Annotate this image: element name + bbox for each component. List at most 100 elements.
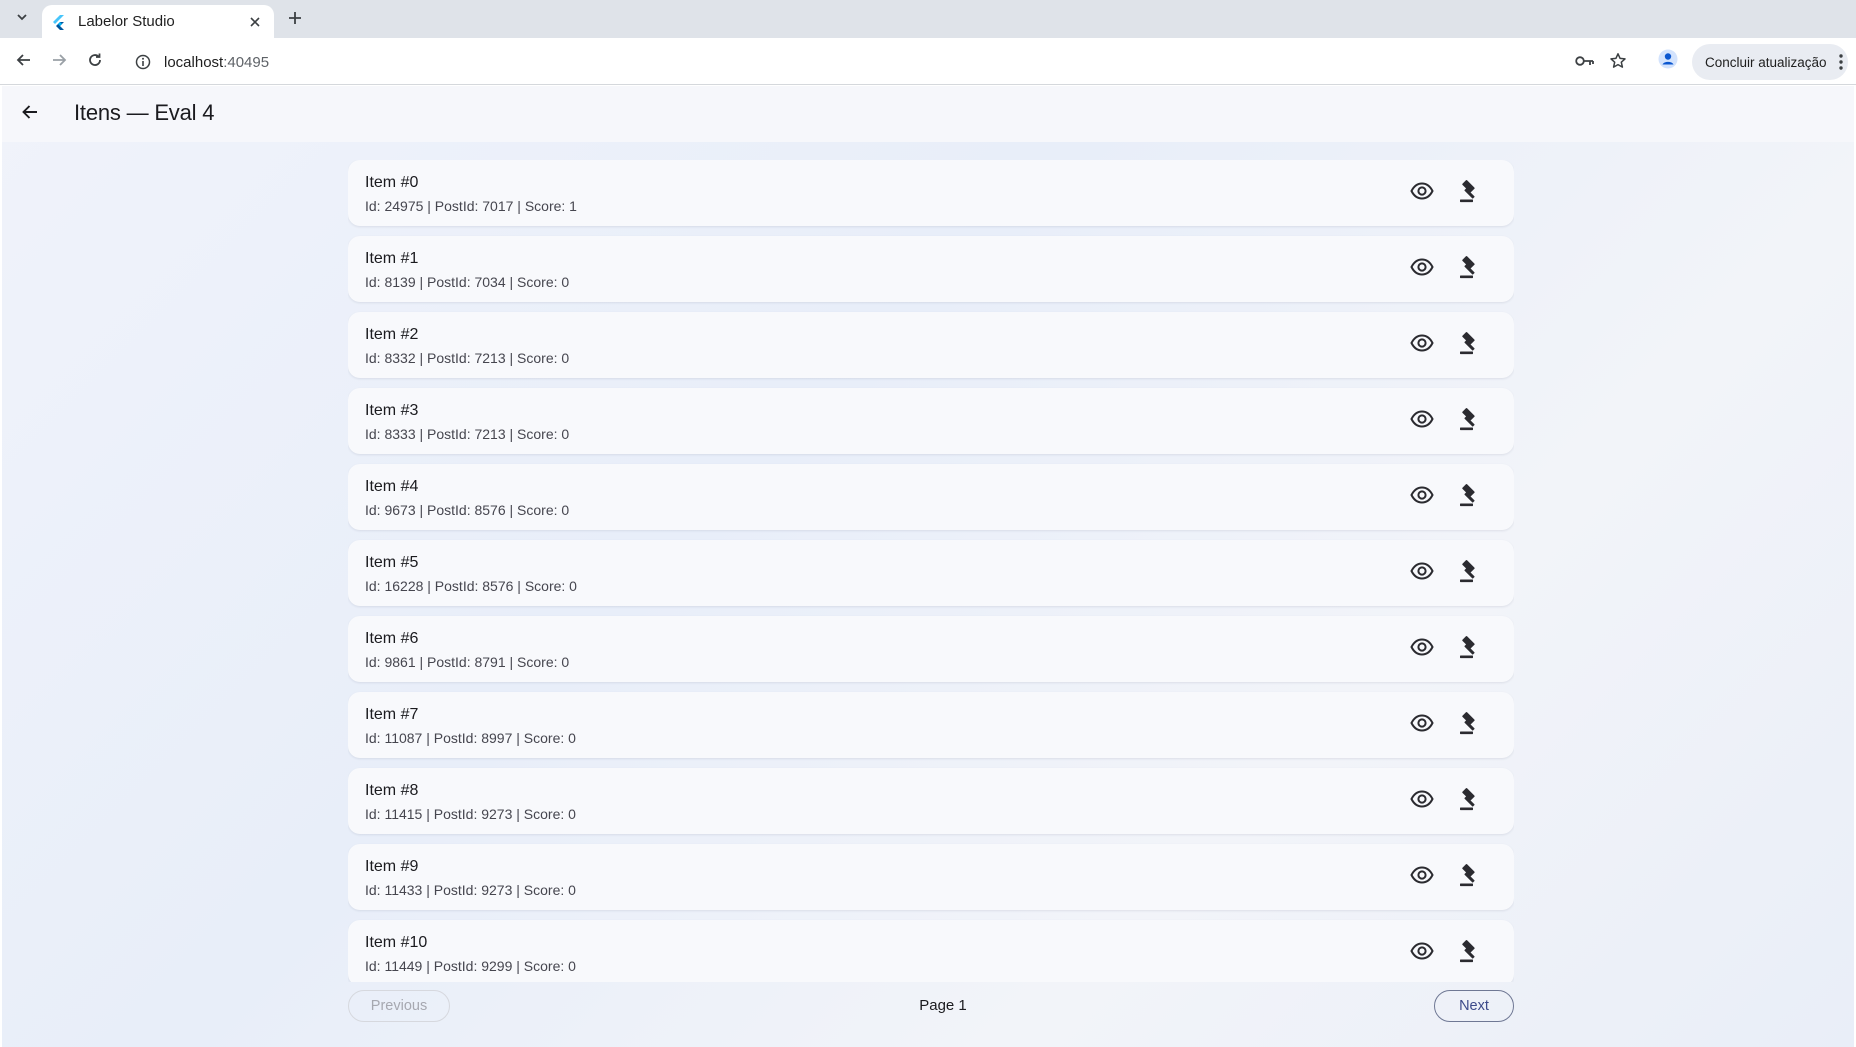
flutter-logo-icon <box>52 14 68 30</box>
item-title: Item #3 <box>365 402 419 419</box>
judge-item-button[interactable] <box>1454 633 1486 665</box>
chevron-down-icon <box>15 10 29 29</box>
list-item[interactable]: Item #1 Id: 8139 | PostId: 7034 | Score: … <box>348 236 1514 302</box>
item-details: Id: 9861 | PostId: 8791 | Score: 0 <box>365 654 570 670</box>
key-icon[interactable] <box>1573 49 1597 73</box>
plus-icon <box>288 11 302 30</box>
gavel-icon <box>1458 331 1482 360</box>
list-item[interactable]: Item #10 Id: 11449 | PostId: 9299 | Score… <box>348 920 1514 982</box>
item-title: Item #4 <box>365 478 419 495</box>
list-item[interactable]: Item #0 Id: 24975 | PostId: 7017 | Score:… <box>348 160 1514 226</box>
list-item[interactable]: Item #9 Id: 11433 | PostId: 9273 | Score:… <box>348 844 1514 910</box>
view-item-button[interactable] <box>1406 329 1438 361</box>
eye-icon <box>1410 561 1434 585</box>
judge-item-button[interactable] <box>1454 177 1486 209</box>
list-item[interactable]: Item #5 Id: 16228 | PostId: 8576 | Score:… <box>348 540 1514 606</box>
judge-item-button[interactable] <box>1454 253 1486 285</box>
eye-icon <box>1410 181 1434 205</box>
item-details: Id: 8139 | PostId: 7034 | Score: 0 <box>365 274 570 290</box>
browser-reload-button[interactable] <box>82 49 108 75</box>
tab-search-button[interactable] <box>8 7 36 31</box>
close-icon[interactable] <box>246 13 264 31</box>
item-title: Item #8 <box>365 782 419 799</box>
view-item-button[interactable] <box>1406 253 1438 285</box>
update-browser-button[interactable]: Concluir atualização <box>1692 44 1848 80</box>
kebab-icon[interactable] <box>1838 52 1844 75</box>
item-title: Item #5 <box>365 554 419 571</box>
item-title: Item #2 <box>365 326 419 343</box>
browser-tab[interactable]: Labelor Studio <box>42 5 274 38</box>
item-details: Id: 11449 | PostId: 9299 | Score: 0 <box>365 958 576 974</box>
list-item[interactable]: Item #4 Id: 9673 | PostId: 8576 | Score: … <box>348 464 1514 530</box>
eye-icon <box>1410 257 1434 281</box>
app-page: Itens — Eval 4 Item #0 Id: 24975 | PostId… <box>2 86 1854 1047</box>
item-list: Item #0 Id: 24975 | PostId: 7017 | Score:… <box>348 160 1514 982</box>
judge-item-button[interactable] <box>1454 937 1486 969</box>
tab-title: Labelor Studio <box>78 13 175 30</box>
previous-page-button[interactable]: Previous <box>348 990 450 1022</box>
info-icon[interactable] <box>130 49 156 75</box>
list-item[interactable]: Item #7 Id: 11087 | PostId: 8997 | Score:… <box>348 692 1514 758</box>
star-icon[interactable] <box>1606 49 1630 73</box>
eye-icon <box>1410 485 1434 509</box>
gavel-icon <box>1458 863 1482 892</box>
eye-icon <box>1410 637 1434 661</box>
view-item-button[interactable] <box>1406 785 1438 817</box>
url-text: localhost:40495 <box>164 54 269 71</box>
arrow-right-icon <box>51 52 67 73</box>
person-icon <box>1658 49 1678 74</box>
item-details: Id: 24975 | PostId: 7017 | Score: 1 <box>365 198 577 214</box>
view-item-button[interactable] <box>1406 937 1438 969</box>
gavel-icon <box>1458 939 1482 968</box>
arrow-left-icon <box>16 52 32 73</box>
back-button[interactable] <box>16 100 44 128</box>
next-page-button[interactable]: Next <box>1434 990 1514 1022</box>
list-item[interactable]: Item #2 Id: 8332 | PostId: 7213 | Score: … <box>348 312 1514 378</box>
view-item-button[interactable] <box>1406 557 1438 589</box>
page-indicator: Page 1 <box>919 997 967 1014</box>
url-port: :40495 <box>223 53 270 71</box>
view-item-button[interactable] <box>1406 861 1438 893</box>
browser-toolbar: localhost:40495 Concluir atualização <box>0 38 1856 85</box>
eye-icon <box>1410 865 1434 889</box>
judge-item-button[interactable] <box>1454 785 1486 817</box>
browser-forward-button[interactable] <box>46 49 72 75</box>
item-details: Id: 8332 | PostId: 7213 | Score: 0 <box>365 350 570 366</box>
item-details: Id: 11415 | PostId: 9273 | Score: 0 <box>365 806 576 822</box>
list-item[interactable]: Item #3 Id: 8333 | PostId: 7213 | Score: … <box>348 388 1514 454</box>
profile-button[interactable] <box>1655 48 1681 74</box>
item-details: Id: 9673 | PostId: 8576 | Score: 0 <box>365 502 570 518</box>
view-item-button[interactable] <box>1406 633 1438 665</box>
view-item-button[interactable] <box>1406 177 1438 209</box>
reload-icon <box>87 52 103 73</box>
gavel-icon <box>1458 787 1482 816</box>
eye-icon <box>1410 789 1434 813</box>
view-item-button[interactable] <box>1406 405 1438 437</box>
gavel-icon <box>1458 559 1482 588</box>
update-button-label: Concluir atualização <box>1705 54 1827 70</box>
browser-back-button[interactable] <box>11 49 37 75</box>
url-host: localhost <box>164 53 224 71</box>
address-bar[interactable]: localhost:40495 <box>122 44 1652 80</box>
gavel-icon <box>1458 407 1482 436</box>
item-details: Id: 8333 | PostId: 7213 | Score: 0 <box>365 426 570 442</box>
judge-item-button[interactable] <box>1454 557 1486 589</box>
judge-item-button[interactable] <box>1454 329 1486 361</box>
eye-icon <box>1410 333 1434 357</box>
judge-item-button[interactable] <box>1454 481 1486 513</box>
item-details: Id: 16228 | PostId: 8576 | Score: 0 <box>365 578 577 594</box>
eye-icon <box>1410 409 1434 433</box>
list-item[interactable]: Item #6 Id: 9861 | PostId: 8791 | Score: … <box>348 616 1514 682</box>
new-tab-button[interactable] <box>282 7 308 33</box>
app-bar: Itens — Eval 4 <box>2 86 1854 142</box>
view-item-button[interactable] <box>1406 481 1438 513</box>
gavel-icon <box>1458 483 1482 512</box>
judge-item-button[interactable] <box>1454 861 1486 893</box>
eye-icon <box>1410 713 1434 737</box>
list-item[interactable]: Item #8 Id: 11415 | PostId: 9273 | Score:… <box>348 768 1514 834</box>
judge-item-button[interactable] <box>1454 405 1486 437</box>
view-item-button[interactable] <box>1406 709 1438 741</box>
judge-item-button[interactable] <box>1454 709 1486 741</box>
item-details: Id: 11433 | PostId: 9273 | Score: 0 <box>365 882 576 898</box>
gavel-icon <box>1458 179 1482 208</box>
